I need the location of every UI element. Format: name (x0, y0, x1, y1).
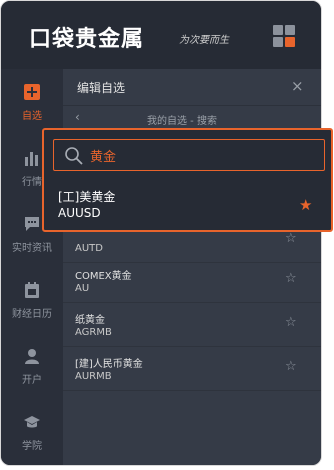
list-item[interactable]: 纸黄金 AGRMB ☆ (63, 303, 321, 347)
sidebar-item-label: 财经日历 (12, 308, 52, 320)
app-header: 口袋贵金属 为次要而生 (1, 1, 321, 69)
result-name: [工]美黄金 (58, 190, 116, 204)
search-result-item[interactable]: [工]美黄金 AUUSD ★ (44, 176, 331, 230)
star-outline-icon[interactable]: ☆ (285, 359, 297, 374)
plus-square-icon (24, 83, 40, 100)
panel-subbar: ‹ 我的自选 - 搜索 (63, 105, 321, 129)
search-popup: [工]美黄金 AUUSD ★ (42, 128, 333, 232)
calendar-icon (25, 281, 39, 298)
app-window: 口袋贵金属 为次要而生 自选 行情 实时资讯 财经日历 开户 学院 编辑自选 ×… (0, 0, 322, 466)
sidebar-item-label: 自选 (22, 110, 42, 122)
sidebar-item-watchlist[interactable]: 自选 (1, 69, 63, 135)
instrument-name: [建]人民币黄金 (75, 359, 143, 370)
sidebar-item-calendar[interactable]: 财经日历 (1, 267, 63, 333)
person-icon (25, 348, 39, 364)
star-outline-icon[interactable]: ☆ (285, 231, 297, 246)
back-arrow-icon[interactable]: ‹ (75, 110, 80, 124)
bar-chart-icon (25, 151, 38, 166)
instrument-code: AU (75, 283, 90, 294)
grid-menu-icon[interactable] (273, 25, 295, 47)
search-icon (65, 147, 83, 165)
instrument-code: AURMB (75, 371, 112, 382)
sidebar-item-label: 开户 (22, 374, 42, 386)
star-outline-icon[interactable]: ☆ (285, 315, 297, 330)
chat-icon (25, 216, 39, 231)
sidebar-item-academy[interactable]: 学院 (1, 399, 63, 465)
instrument-name: 纸黄金 (75, 315, 105, 326)
star-outline-icon[interactable]: ☆ (285, 271, 297, 286)
panel-subtitle: 我的自选 - 搜索 (147, 116, 217, 127)
search-input[interactable] (90, 145, 310, 165)
sidebar-item-open-account[interactable]: 开户 (1, 333, 63, 399)
instrument-code: AUTD (75, 243, 103, 254)
list-item[interactable]: [建]人民币黄金 AURMB ☆ (63, 347, 321, 391)
graduation-cap-icon (24, 415, 40, 427)
sidebar-item-label: 实时资讯 (12, 242, 52, 254)
app-logo: 口袋贵金属 (29, 27, 145, 52)
instrument-name: COMEX黄金 (75, 271, 132, 282)
sidebar-item-label: 学院 (22, 440, 42, 452)
result-code: AUUSD (58, 206, 101, 220)
search-box[interactable] (53, 139, 325, 171)
star-filled-icon[interactable]: ★ (299, 196, 312, 214)
panel-title: 编辑自选 (77, 81, 126, 95)
close-icon[interactable]: × (291, 77, 304, 95)
instrument-code: AGRMB (75, 327, 112, 338)
list-item[interactable]: COMEX黄金 AU ☆ (63, 259, 321, 303)
app-slogan: 为次要而生 (179, 35, 229, 46)
sidebar-item-label: 行情 (22, 176, 42, 188)
